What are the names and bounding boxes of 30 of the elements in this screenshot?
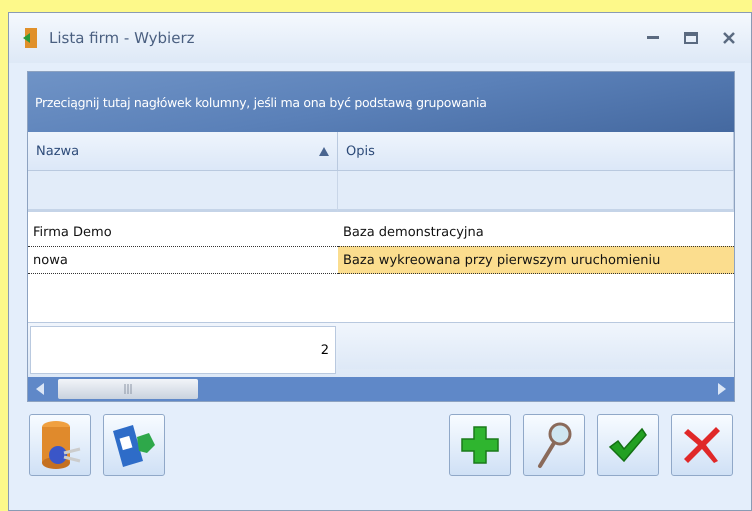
save-button[interactable] — [103, 414, 165, 476]
column-header[interactable]: Nazwa — [28, 132, 338, 171]
column-label: Opis — [346, 144, 376, 158]
table-cell: Baza wykreowana przy pierwszym uruchomieniu — [338, 246, 734, 274]
checkmark-icon — [608, 427, 648, 463]
maximize-icon — [684, 32, 698, 44]
scroll-left-icon[interactable] — [36, 383, 44, 395]
confirm-button[interactable] — [597, 414, 659, 476]
filter-cell[interactable] — [28, 171, 338, 212]
scroll-right-icon[interactable] — [718, 383, 726, 395]
scrollbar-thumb[interactable] — [58, 379, 198, 399]
add-button[interactable] — [449, 414, 511, 476]
door-icon — [23, 27, 39, 49]
table-row[interactable]: nowa Baza wykreowana przy pierwszym uruchomieniu — [28, 246, 734, 274]
search-button[interactable] — [523, 414, 585, 476]
window-title: Lista firm - Wybierz — [49, 29, 196, 47]
horizontal-scrollbar[interactable] — [28, 377, 734, 401]
group-hint: Przeciągnij tutaj nagłówek kolumny, jeśli ma ona być podstawą grupowania — [35, 94, 487, 110]
cancel-button[interactable] — [671, 414, 733, 476]
column-header[interactable]: Opis — [338, 132, 734, 171]
plus-icon — [460, 425, 500, 465]
table-row[interactable]: Firma Demo Baza demonstracyjna — [28, 218, 734, 246]
minimize-icon — [647, 36, 659, 40]
database-button[interactable] — [29, 414, 91, 476]
filter-cell[interactable] — [338, 171, 734, 212]
count-cell: 2 — [30, 326, 336, 374]
close-icon — [722, 31, 736, 45]
cross-icon — [682, 425, 722, 465]
column-label: Nazwa — [36, 144, 80, 158]
table-cell: nowa — [28, 246, 338, 274]
